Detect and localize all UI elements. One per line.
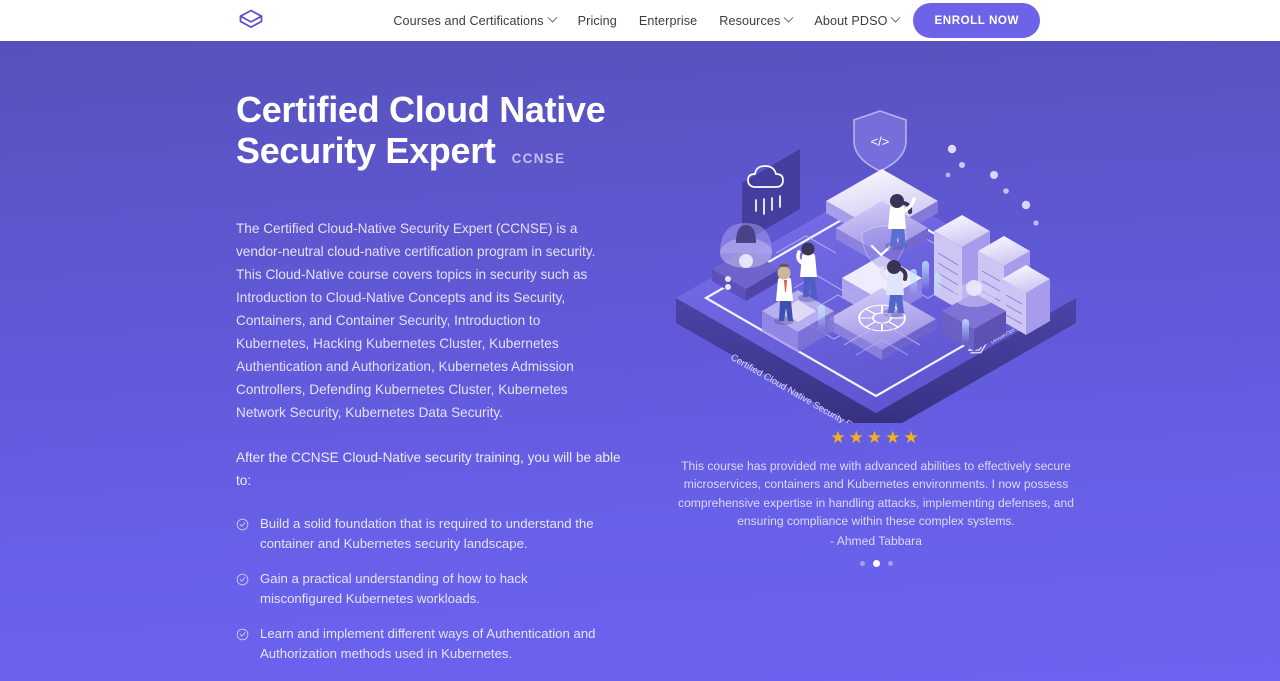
main-navigation: Courses and Certifications Pricing Enter… [393,12,901,28]
nav-item-enterprise[interactable]: Enterprise [639,14,697,28]
list-item: Gain a practical understanding of how to… [236,569,624,608]
chevron-down-icon [783,12,794,23]
page-title: Certified Cloud Native Security Expert C… [236,89,624,179]
carousel-dots [666,559,1086,567]
nav-label: Enterprise [638,13,698,28]
hero-content-column: Certified Cloud Native Security Expert C… [236,89,624,681]
testimonial-quote: This course has provided me with advance… [678,459,1074,529]
testimonial-author: - Ahmed Tabbara [830,533,922,548]
enroll-now-button[interactable]: ENROLL NOW [913,3,1040,38]
isometric-cloud-native-security-illustration: Certified Cloud Native Security Expert P… [666,83,1086,423]
nav-item-courses-and-certifications[interactable]: Courses and Certifications [393,12,558,28]
hero-visual-column: Certified Cloud Native Security Expert P… [666,89,1086,681]
list-item: Learn and implement different ways of Au… [236,624,624,663]
nav-label: Pricing [577,13,617,28]
chevron-down-icon [891,12,901,23]
nav-label: Courses and Certifications [393,13,544,28]
svg-text:</>: </> [871,134,890,149]
site-header: Courses and Certifications Pricing Enter… [0,0,1280,41]
layered-hexagon-logo-icon[interactable] [236,6,266,36]
course-description: The Certified Cloud-Native Security Expe… [236,221,596,420]
chevron-down-icon [547,12,558,23]
carousel-dot-1[interactable] [859,560,865,566]
testimonial-carousel: ★★★★★ This course has provided me with a… [666,429,1086,567]
nav-item-resources[interactable]: Resources [719,12,794,28]
nav-item-pricing[interactable]: Pricing [578,14,617,28]
circle-check-icon [236,628,249,641]
list-item: Build a solid foundation that is require… [236,514,624,553]
carousel-dot-2[interactable] [872,559,880,567]
nav-item-about-pdso[interactable]: About PDSO [814,12,901,28]
page-title-line-1: Certified Cloud Native [236,89,606,130]
circle-check-icon [236,518,249,531]
nav-label: About PDSO [814,13,888,28]
list-item-label: Build a solid foundation that is require… [260,516,594,551]
course-abbreviation: CCNSE [511,151,566,166]
star-rating-icon: ★★★★★ [830,428,922,447]
outcomes-list: Build a solid foundation that is require… [236,514,624,681]
carousel-dot-3[interactable] [887,560,893,566]
list-item-label: Gain a practical understanding of how to… [260,571,528,606]
hero-section: Certified Cloud Native Security Expert C… [0,41,1280,681]
nav-label: Resources [719,13,781,28]
page-title-line-2: Security Expert [236,130,496,171]
circle-check-icon [236,573,249,586]
list-item-label: Learn and implement different ways of Au… [260,626,596,661]
outcomes-intro: After the CCNSE Cloud-Native security tr… [236,450,621,488]
